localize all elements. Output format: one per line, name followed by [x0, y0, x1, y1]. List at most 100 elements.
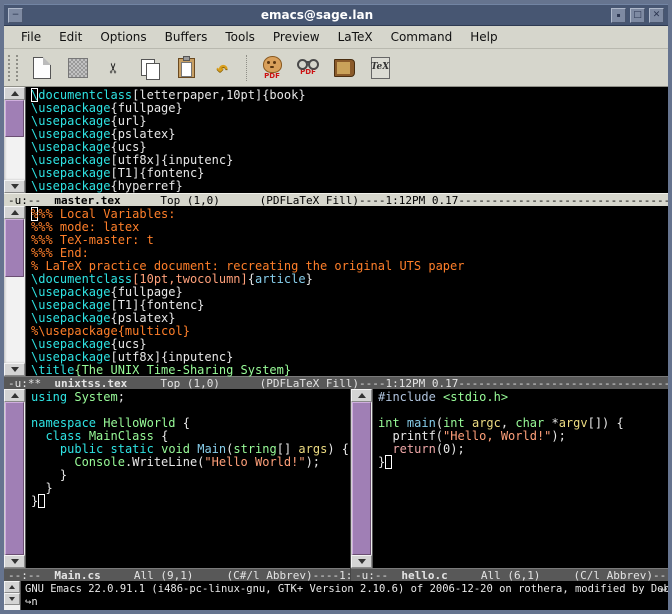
copy-button[interactable] [132, 52, 168, 84]
toolbar: ✂ ↶ PDF PDF TeX [4, 49, 668, 87]
modeline-master-tex[interactable]: -u:-- master.tex Top (1,0) (PDFLaTeX Fil… [4, 193, 668, 206]
new-file-button[interactable] [24, 52, 60, 84]
scroll-thumb[interactable] [5, 219, 24, 277]
new-file-icon [33, 57, 51, 79]
close-button[interactable]: ✕ [649, 8, 664, 23]
code-line: #include <stdio.h> [378, 391, 668, 404]
code-line: } [31, 482, 350, 495]
view-pdf-label: PDF [300, 69, 316, 76]
glasses-icon [297, 59, 319, 69]
menu-item-buffers[interactable]: Buffers [156, 28, 217, 46]
modeline-flags: -u:** [8, 377, 54, 389]
code-line: } [378, 456, 668, 469]
view-pdf-button[interactable]: PDF [290, 52, 326, 84]
window-title: emacs@sage.lan [25, 4, 609, 26]
menu-item-preview[interactable]: Preview [264, 28, 329, 46]
line-wrap-icon: ↩ [660, 583, 667, 596]
modeline-status: Top (1,0) (PDFLaTeX Fill)----1:12PM 0.17… [127, 377, 668, 389]
shade-button[interactable]: − [8, 8, 23, 23]
scroll-up-button[interactable] [351, 389, 372, 402]
toolbar-separator [246, 55, 248, 81]
scrollbar-hello-c[interactable] [351, 389, 373, 568]
text-area-hello-c[interactable]: #include <stdio.h> int main(int argc, ch… [373, 389, 668, 568]
bottom-split: using System; namespace HelloWorld { cla… [4, 389, 668, 581]
scrollbar-master-tex[interactable] [4, 87, 26, 193]
tex-doc-label: TeX [371, 63, 389, 72]
paste-clipboard-icon [178, 58, 195, 78]
text-area-main-cs[interactable]: using System; namespace HelloWorld { cla… [26, 389, 350, 568]
scrollbar-unixtss-tex[interactable] [4, 206, 26, 376]
modeline-flags: --:-- [8, 569, 54, 581]
titlebar[interactable]: − emacs@sage.lan ▪ □ ✕ [4, 4, 668, 26]
modeline-buffer-name: Main.cs [54, 569, 100, 581]
latex-doc-button[interactable]: TeX [362, 52, 398, 84]
scroll-thumb[interactable] [5, 402, 24, 555]
bibtex-button[interactable] [326, 52, 362, 84]
menu-item-options[interactable]: Options [91, 28, 155, 46]
scroll-down-button[interactable] [4, 555, 25, 568]
tex-doc-icon: TeX [371, 57, 390, 79]
scroll-up-button[interactable] [4, 581, 20, 593]
buffer-window-hello-c: #include <stdio.h> int main(int argc, ch… [351, 389, 668, 568]
menu-item-file[interactable]: File [12, 28, 50, 46]
buffer-window-main-cs: using System; namespace HelloWorld { cla… [4, 389, 350, 568]
scroll-trough[interactable] [4, 100, 25, 180]
text-area-unixtss-tex[interactable]: %%% Local Variables: %%% mode: latex%%% … [26, 206, 668, 378]
echo-line-2-text: n [31, 596, 37, 608]
maximize-button[interactable]: □ [630, 8, 645, 23]
scroll-up-button[interactable] [4, 206, 25, 219]
cut-button[interactable]: ✂ [96, 52, 132, 84]
menu-item-tools[interactable]: Tools [216, 28, 264, 46]
code-line: } [31, 495, 350, 508]
minimize-button[interactable]: ▪ [611, 8, 626, 23]
scroll-up-button[interactable] [4, 87, 25, 100]
scroll-down-button[interactable] [4, 180, 25, 193]
code-line: using System; [31, 391, 350, 404]
scroll-thumb[interactable] [352, 402, 371, 555]
code-line: return(0); [378, 443, 668, 456]
modeline-unixtss-tex[interactable]: -u:** unixtss.tex Top (1,0) (PDFLaTeX Fi… [4, 376, 668, 389]
minibuffer-scrollbar[interactable] [4, 581, 21, 611]
menu-item-help[interactable]: Help [461, 28, 506, 46]
scroll-trough[interactable] [4, 219, 25, 363]
scrollbar-main-cs[interactable] [4, 389, 26, 568]
echo-area: GNU Emacs 22.0.91.1 (i486-pc-linux-gnu, … [4, 581, 668, 611]
text-area-master-tex[interactable]: \documentclass[letterpaper,10pt]{book}\u… [26, 87, 668, 195]
tex-lion-icon [263, 56, 282, 73]
modeline-buffer-name: hello.c [401, 569, 447, 581]
scroll-thumb[interactable] [5, 100, 24, 137]
paste-button[interactable] [168, 52, 204, 84]
modeline-status: All (6,1) (C/l Abbrev)----1:12PM 0.17---… [448, 569, 668, 581]
echo-message: GNU Emacs 22.0.91.1 (i486-pc-linux-gnu, … [21, 581, 668, 611]
modeline-flags: -u:-- [355, 569, 401, 581]
code-line: Console.WriteLine("Hello World!"); [31, 456, 350, 469]
code-line: \usepackage{hyperref} [31, 180, 668, 193]
scroll-down-button[interactable] [4, 363, 25, 376]
toolbar-grip[interactable] [8, 55, 18, 81]
save-button [60, 52, 96, 84]
copy-pages-icon [141, 59, 155, 76]
modeline-status: All (9,1) (C#/l Abbrev)----1:12PM 0.17--… [101, 569, 350, 581]
scroll-down-button[interactable] [4, 593, 20, 605]
book-icon [334, 59, 355, 77]
buffer-window-master-tex: \documentclass[letterpaper,10pt]{book}\u… [4, 87, 668, 193]
echo-line-2: ↪n [25, 596, 668, 609]
undo-arrow-icon: ↶ [216, 56, 228, 80]
pdflatex-label: PDF [264, 73, 280, 80]
modeline-hello-c[interactable]: -u:-- hello.c All (6,1) (C/l Abbrev)----… [351, 568, 668, 581]
modeline-main-cs[interactable]: --:-- Main.cs All (9,1) (C#/l Abbrev)---… [4, 568, 350, 581]
scroll-trough[interactable] [4, 402, 25, 555]
scroll-down-button[interactable] [351, 555, 372, 568]
menu-bar: FileEditOptionsBuffersToolsPreviewLaTeXC… [4, 26, 668, 49]
modeline-flags: -u:-- [8, 194, 54, 206]
menu-item-latex[interactable]: LaTeX [329, 28, 382, 46]
menu-item-command[interactable]: Command [382, 28, 462, 46]
menu-item-edit[interactable]: Edit [50, 28, 91, 46]
scroll-trough[interactable] [351, 402, 372, 555]
pdflatex-button[interactable]: PDF [254, 52, 290, 84]
echo-line-1: GNU Emacs 22.0.91.1 (i486-pc-linux-gnu, … [25, 583, 668, 596]
code-line: } [31, 469, 350, 482]
scroll-up-button[interactable] [4, 389, 25, 402]
undo-button[interactable]: ↶ [204, 52, 240, 84]
modeline-buffer-name: unixtss.tex [54, 377, 127, 389]
